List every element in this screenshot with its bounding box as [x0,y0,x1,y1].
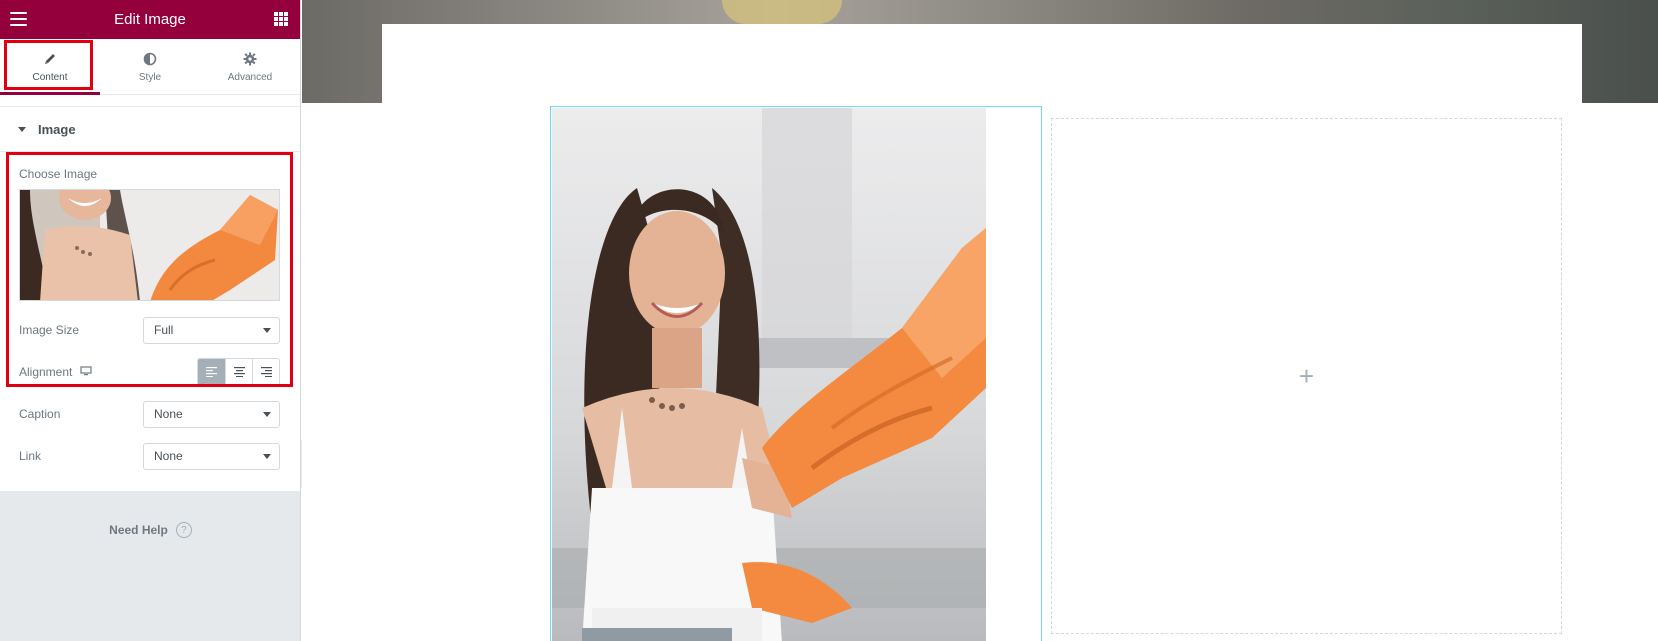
need-help-label: Need Help [109,523,168,537]
add-widget-placeholder[interactable]: + [1051,118,1562,634]
align-right-icon [260,367,272,377]
tab-content-label: Content [32,72,68,83]
plus-icon: + [1298,360,1315,391]
tab-style-label: Style [138,72,162,83]
choose-image-label: Choose Image [19,167,98,181]
align-center-button[interactable] [225,358,252,386]
align-right-button[interactable] [252,358,279,386]
caption-label: Caption [19,407,61,421]
background-detail [722,0,842,24]
alignment-buttons [197,357,280,387]
caption-value: None [154,407,183,421]
image-controls: Choose Image Image Size Full Alignment C… [0,152,300,491]
alignment-row: Alignment [19,351,280,393]
link-value: None [154,449,183,463]
woman-cleaning-photo [552,108,986,641]
alignment-label-group: Alignment [19,365,92,379]
image-size-row: Image Size Full [19,309,280,351]
content-container: + [382,24,1582,641]
gear-icon [243,50,257,68]
panel-header: Edit Image [0,0,300,39]
alignment-label: Alignment [19,365,73,379]
chevron-down-icon [263,453,271,459]
align-left-button[interactable] [198,358,225,386]
image-size-label: Image Size [19,323,80,337]
tab-advanced[interactable]: Advanced [200,39,300,94]
widgets-grid-icon[interactable] [274,12,288,26]
need-help-link[interactable]: Need Help ? [0,522,301,538]
image-widget[interactable] [550,106,1042,641]
section-title: Image [38,121,76,137]
caption-row: Caption None [19,393,280,435]
chevron-down-icon [263,411,271,417]
align-left-icon [206,367,217,377]
link-select[interactable]: None [143,442,280,470]
caret-down-icon [18,126,26,132]
image-picker-thumbnail[interactable] [19,189,280,301]
tab-content[interactable]: Content [0,39,100,95]
caption-select[interactable]: None [143,400,280,428]
link-label: Link [19,449,42,463]
section-spacer [0,95,300,106]
section-image-toggle[interactable]: Image [0,106,300,152]
thumbnail-photo [20,190,279,300]
tab-style[interactable]: Style [100,39,200,94]
align-center-icon [233,367,245,377]
editor-panel: Edit Image Content Style Advanced Image [0,0,301,641]
half-circle-icon [143,50,157,68]
hamburger-menu-icon[interactable] [10,12,27,26]
chevron-down-icon [263,327,271,333]
desktop-device-icon[interactable] [80,365,92,379]
panel-tabs: Content Style Advanced [0,39,300,95]
image-size-value: Full [154,323,174,337]
question-circle-icon: ? [175,522,192,538]
widget-photo [552,108,986,641]
link-row: Link None [19,435,280,477]
image-size-select[interactable]: Full [143,316,280,344]
preview-canvas: + [302,0,1658,641]
panel-title: Edit Image [114,11,186,28]
tab-advanced-label: Advanced [227,72,273,83]
pencil-icon [43,50,57,68]
